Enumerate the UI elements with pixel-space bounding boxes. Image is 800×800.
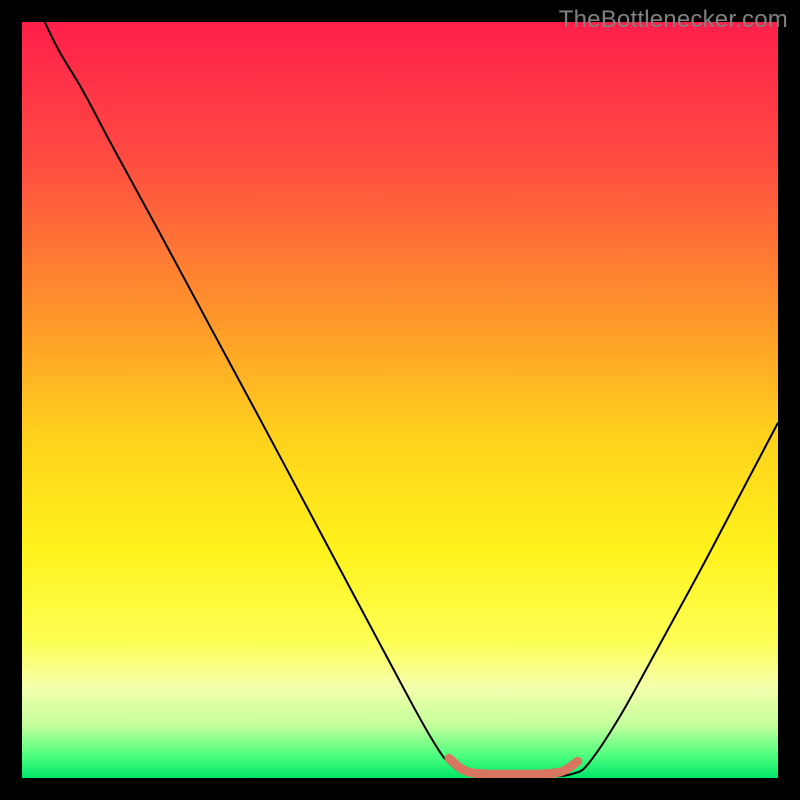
chart-outer-frame: [0, 0, 800, 800]
watermark-text: TheBottlenecker.com: [559, 6, 788, 34]
chart-background: [22, 22, 778, 778]
chart-svg: [22, 22, 778, 778]
chart-plot-area: [22, 22, 778, 778]
